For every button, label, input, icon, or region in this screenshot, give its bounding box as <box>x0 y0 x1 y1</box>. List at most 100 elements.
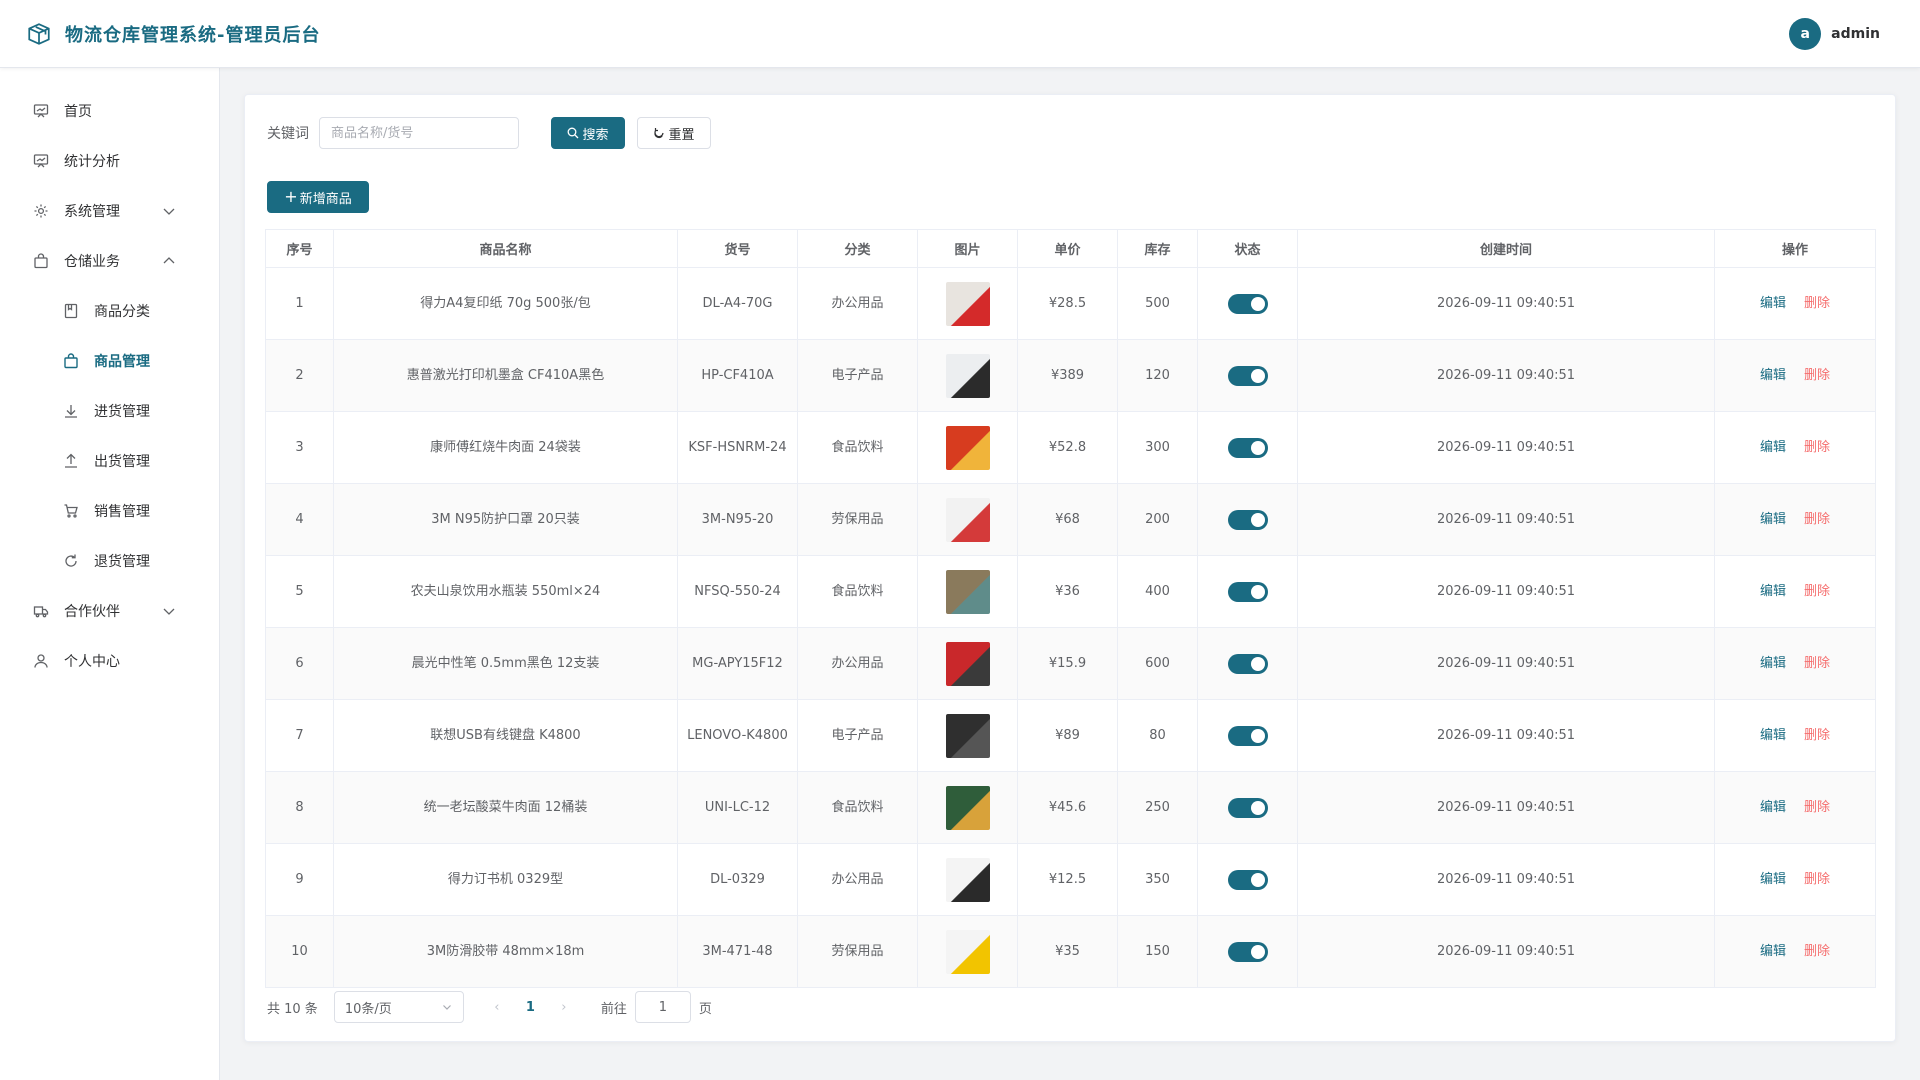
edit-button[interactable]: 编辑 <box>1760 656 1786 671</box>
cell-sku: MG-APY15F12 <box>677 627 798 700</box>
sidebar-item-home[interactable]: 首页 <box>0 86 219 136</box>
sidebar-item-system[interactable]: 系统管理 <box>0 186 219 236</box>
edit-button[interactable]: 编辑 <box>1760 800 1786 815</box>
status-toggle[interactable] <box>1227 653 1268 674</box>
product-thumbnail[interactable] <box>945 497 990 542</box>
cell-category: 办公用品 <box>797 267 918 340</box>
edit-button[interactable]: 编辑 <box>1760 512 1786 527</box>
delete-button[interactable]: 删除 <box>1804 440 1830 455</box>
sidebar-item-purchase[interactable]: 进货管理 <box>0 386 219 436</box>
next-page-button[interactable]: › <box>555 1000 573 1015</box>
status-toggle[interactable] <box>1227 797 1268 818</box>
product-thumbnail[interactable] <box>945 929 990 974</box>
cell-image <box>917 843 1018 916</box>
cell-sku: HP-CF410A <box>677 339 798 412</box>
sidebar-item-label: 进货管理 <box>94 404 150 420</box>
cell-price: ¥52.8 <box>1017 411 1118 484</box>
edit-button[interactable]: 编辑 <box>1760 872 1786 887</box>
sidebar-item-profile[interactable]: 个人中心 <box>0 636 219 686</box>
goto-page-input[interactable] <box>634 991 691 1023</box>
table-row: 6 晨光中性笔 0.5mm黑色 12支装 MG-APY15F12 办公用品 ¥15.9 6… <box>265 627 1876 700</box>
cell-name: 统一老坛酸菜牛肉面 12桶装 <box>333 771 678 844</box>
product-thumbnail[interactable] <box>945 857 990 902</box>
sidebar-item-products[interactable]: 商品管理 <box>0 336 219 386</box>
cell-price: ¥389 <box>1017 339 1118 412</box>
cell-category: 电子产品 <box>797 339 918 412</box>
status-toggle[interactable] <box>1227 941 1268 962</box>
cell-category: 劳保用品 <box>797 483 918 556</box>
delete-button[interactable]: 删除 <box>1804 584 1830 599</box>
cell-created: 2026-09-11 09:40:51 <box>1297 483 1715 556</box>
cell-status <box>1197 339 1298 412</box>
user-menu[interactable]: a admin <box>1789 18 1880 50</box>
delete-button[interactable]: 删除 <box>1804 728 1830 743</box>
edit-button[interactable]: 编辑 <box>1760 728 1786 743</box>
product-table: 序号 商品名称 货号 分类 图片 单价 库存 状态 创建时间 操作 1 得力A4复… <box>265 229 1876 988</box>
status-toggle[interactable] <box>1227 869 1268 890</box>
sidebar-item-returns[interactable]: 退货管理 <box>0 536 219 586</box>
delete-button[interactable]: 删除 <box>1804 512 1830 527</box>
column-header: 商品名称 <box>333 229 678 268</box>
app-title: 物流仓库管理系统-管理员后台 <box>65 24 321 46</box>
product-thumbnail[interactable] <box>945 785 990 830</box>
status-toggle[interactable] <box>1227 581 1268 602</box>
edit-button[interactable]: 编辑 <box>1760 944 1786 959</box>
table-row: 9 得力订书机 0329型 DL-0329 办公用品 ¥12.5 350 2026-09-1… <box>265 843 1876 916</box>
delete-button[interactable]: 删除 <box>1804 872 1830 887</box>
product-thumbnail[interactable] <box>945 425 990 470</box>
delete-button[interactable]: 删除 <box>1804 296 1830 311</box>
edit-button[interactable]: 编辑 <box>1760 440 1786 455</box>
cell-index: 5 <box>265 555 334 628</box>
cell-created: 2026-09-11 09:40:51 <box>1297 915 1715 988</box>
product-thumbnail[interactable] <box>945 713 990 758</box>
delete-button[interactable]: 删除 <box>1804 656 1830 671</box>
table-row: 7 联想USB有线键盘 K4800 LENOVO-K4800 电子产品 ¥89 80 202… <box>265 699 1876 772</box>
sidebar-item-partners[interactable]: 合作伙伴 <box>0 586 219 636</box>
reset-button[interactable]: 重置 <box>637 117 711 149</box>
prev-page-button[interactable]: ‹ <box>488 1000 506 1015</box>
status-toggle[interactable] <box>1227 365 1268 386</box>
truck-icon <box>32 602 50 620</box>
username[interactable]: admin <box>1831 26 1880 42</box>
cell-actions: 编辑 删除 <box>1714 771 1876 844</box>
cell-status <box>1197 411 1298 484</box>
download-icon <box>62 402 80 420</box>
edit-button[interactable]: 编辑 <box>1760 584 1786 599</box>
product-thumbnail[interactable] <box>945 281 990 326</box>
sidebar-item-shipment[interactable]: 出货管理 <box>0 436 219 486</box>
edit-button[interactable]: 编辑 <box>1760 368 1786 383</box>
product-thumbnail[interactable] <box>945 641 990 686</box>
sidebar-item-warehouse[interactable]: 仓储业务 <box>0 236 219 286</box>
dashboard-icon <box>32 102 50 120</box>
status-toggle[interactable] <box>1227 437 1268 458</box>
add-product-button[interactable]: + 新增商品 <box>267 181 369 213</box>
sidebar-item-category[interactable]: 商品分类 <box>0 286 219 336</box>
status-toggle[interactable] <box>1227 293 1268 314</box>
status-toggle[interactable] <box>1227 725 1268 746</box>
delete-button[interactable]: 删除 <box>1804 944 1830 959</box>
sidebar-item-statistics[interactable]: 统计分析 <box>0 136 219 186</box>
cell-name: 3M防滑胶带 48mm×18m <box>333 915 678 988</box>
page-size-select[interactable]: 10条/页 <box>333 991 464 1023</box>
delete-button[interactable]: 删除 <box>1804 800 1830 815</box>
status-toggle[interactable] <box>1227 509 1268 530</box>
table-row: 10 3M防滑胶带 48mm×18m 3M-471-48 劳保用品 ¥35 150 2026… <box>265 915 1876 988</box>
sidebar-item-sales[interactable]: 销售管理 <box>0 486 219 536</box>
cell-category: 食品饮料 <box>797 555 918 628</box>
search-button[interactable]: 搜索 <box>551 117 625 149</box>
cell-sku: 3M-471-48 <box>677 915 798 988</box>
search-input[interactable] <box>319 117 519 149</box>
product-thumbnail[interactable] <box>945 569 990 614</box>
page-number-current[interactable]: 1 <box>526 1000 535 1015</box>
cell-name: 康师傅红烧牛肉面 24袋装 <box>333 411 678 484</box>
chevron-down-icon <box>442 1005 451 1010</box>
edit-button[interactable]: 编辑 <box>1760 296 1786 311</box>
avatar[interactable]: a <box>1789 18 1822 50</box>
total-count: 共 10 条 <box>267 1001 318 1017</box>
cell-status <box>1197 699 1298 772</box>
cell-stock: 80 <box>1117 699 1198 772</box>
product-thumbnail[interactable] <box>945 353 990 398</box>
cell-actions: 编辑 删除 <box>1714 843 1876 916</box>
column-header: 状态 <box>1197 229 1298 268</box>
delete-button[interactable]: 删除 <box>1804 368 1830 383</box>
